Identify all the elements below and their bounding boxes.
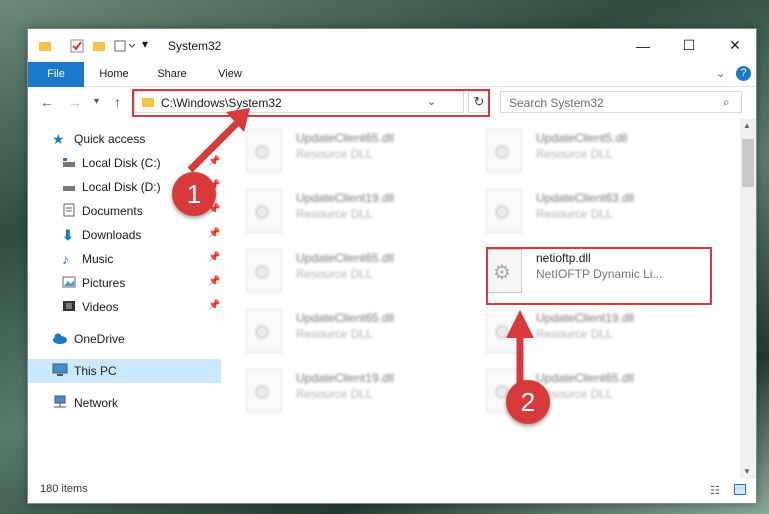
step-badge-1: 1 [172,172,216,216]
annotation-arrows [187,108,534,385]
step-badge-2: 2 [506,380,550,424]
